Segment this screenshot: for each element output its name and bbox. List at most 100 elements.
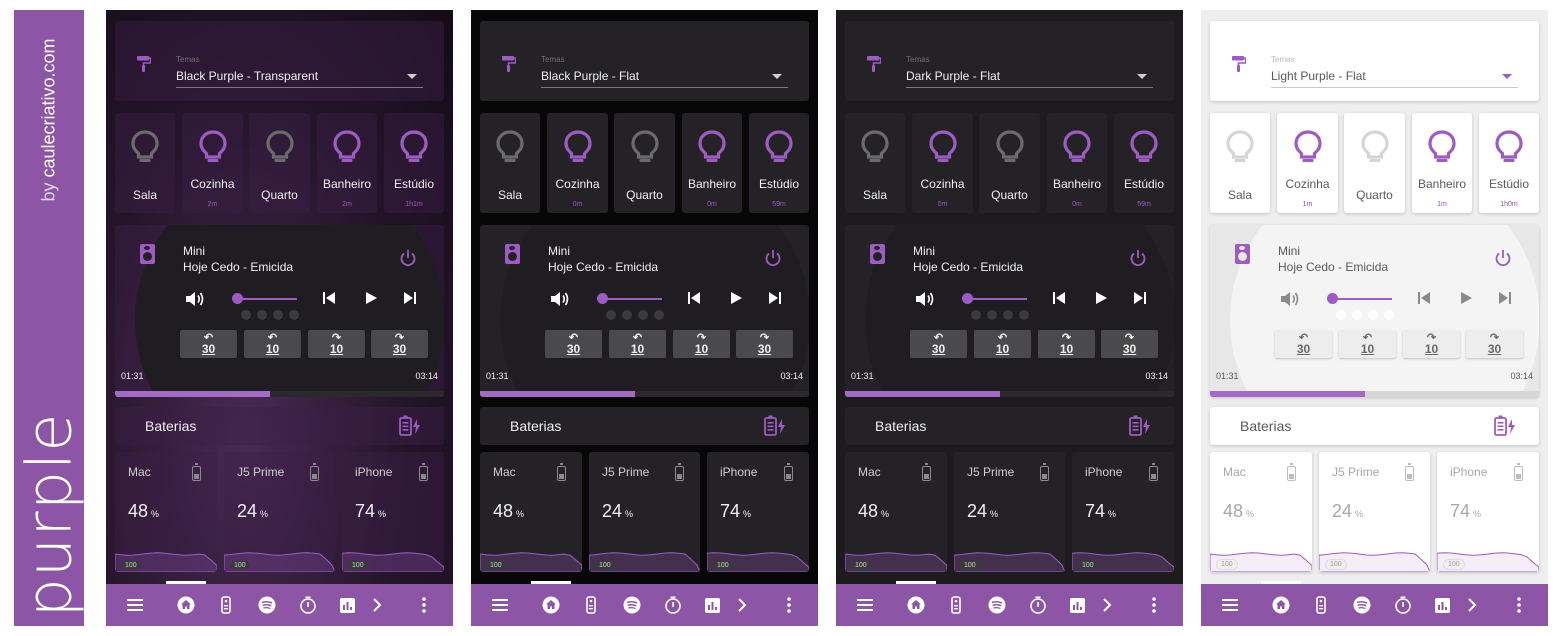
seek-button[interactable]: ↷ 10: [308, 330, 365, 358]
volume-slider-track[interactable]: [237, 298, 297, 300]
seek-button[interactable]: ↶ 30: [910, 330, 967, 358]
battery-device-card[interactable]: Mac 48% 100: [845, 452, 947, 572]
seek-button[interactable]: ↷ 10: [1403, 330, 1460, 358]
chevron-right-icon[interactable]: [1095, 584, 1119, 626]
media-progress-bar[interactable]: [480, 391, 809, 397]
timer-icon[interactable]: [661, 584, 685, 626]
theme-selector-card[interactable]: Temas Black Purple - Flat: [480, 21, 809, 101]
media-progress-bar[interactable]: [115, 391, 444, 397]
battery-device-card[interactable]: J5 Prime 24% 100: [224, 452, 335, 572]
light-toggle-tile[interactable]: Quarto: [614, 113, 675, 213]
chart-icon[interactable]: [1430, 584, 1454, 626]
light-toggle-tile[interactable]: Banheiro 0m: [682, 113, 742, 213]
light-toggle-tile[interactable]: Sala: [480, 113, 540, 213]
home-icon[interactable]: [1269, 584, 1293, 626]
battery-device-card[interactable]: J5 Prime 24% 100: [589, 452, 700, 572]
theme-select-value[interactable]: Dark Purple - Flat: [906, 69, 1000, 83]
light-toggle-tile[interactable]: Sala: [1210, 113, 1270, 213]
light-toggle-tile[interactable]: Estúdio 1h1m: [384, 113, 444, 213]
power-icon[interactable]: [399, 249, 417, 272]
light-toggle-tile[interactable]: Estúdio 59m: [749, 113, 809, 213]
light-toggle-tile[interactable]: Quarto: [1344, 113, 1405, 213]
media-progress-bar[interactable]: [1210, 391, 1539, 397]
play-icon[interactable]: [364, 291, 378, 310]
volume-icon[interactable]: [915, 290, 935, 313]
seek-button[interactable]: ↶ 30: [180, 330, 237, 358]
chart-icon[interactable]: [700, 584, 724, 626]
power-icon[interactable]: [764, 249, 782, 272]
more-vert-icon[interactable]: [1142, 584, 1166, 626]
battery-device-card[interactable]: J5 Prime 24% 100: [1319, 452, 1430, 572]
spotify-icon[interactable]: [620, 584, 644, 626]
light-toggle-tile[interactable]: Cozinha 0m: [912, 113, 973, 213]
play-icon[interactable]: [729, 291, 743, 310]
dropdown-arrow-icon[interactable]: [407, 74, 417, 79]
theme-selector-card[interactable]: Temas Black Purple - Transparent: [115, 21, 444, 101]
seek-button[interactable]: ↷ 30: [1101, 330, 1158, 358]
light-toggle-tile[interactable]: Sala: [115, 113, 175, 213]
light-toggle-tile[interactable]: Quarto: [979, 113, 1040, 213]
seek-button[interactable]: ↶ 30: [1275, 330, 1332, 358]
menu-icon[interactable]: [1218, 584, 1242, 626]
light-toggle-tile[interactable]: Banheiro 2m: [317, 113, 377, 213]
volume-slider-track[interactable]: [602, 298, 662, 300]
timer-icon[interactable]: [1391, 584, 1415, 626]
light-toggle-tile[interactable]: Sala: [845, 113, 905, 213]
seek-button[interactable]: ↶ 10: [244, 330, 301, 358]
previous-track-icon[interactable]: [322, 291, 336, 310]
power-icon[interactable]: [1494, 249, 1512, 272]
seek-button[interactable]: ↶ 30: [545, 330, 602, 358]
volume-icon[interactable]: [550, 290, 570, 313]
home-icon[interactable]: [904, 584, 928, 626]
media-progress-bar[interactable]: [845, 391, 1174, 397]
seek-button[interactable]: ↷ 30: [736, 330, 793, 358]
timer-icon[interactable]: [296, 584, 320, 626]
next-track-icon[interactable]: [1498, 291, 1512, 310]
light-toggle-tile[interactable]: Cozinha 1m: [1277, 113, 1338, 213]
seek-button[interactable]: ↶ 10: [1339, 330, 1396, 358]
remote-icon[interactable]: [579, 584, 603, 626]
chevron-right-icon[interactable]: [365, 584, 389, 626]
light-toggle-tile[interactable]: Quarto: [249, 113, 310, 213]
dropdown-arrow-icon[interactable]: [772, 74, 782, 79]
previous-track-icon[interactable]: [687, 291, 701, 310]
light-toggle-tile[interactable]: Cozinha 0m: [547, 113, 608, 213]
volume-icon[interactable]: [1280, 290, 1300, 313]
battery-device-card[interactable]: J5 Prime 24% 100: [954, 452, 1065, 572]
battery-device-card[interactable]: iPhone 74% 100: [1437, 452, 1539, 572]
seek-button[interactable]: ↷ 10: [673, 330, 730, 358]
seek-button[interactable]: ↷ 30: [1466, 330, 1523, 358]
theme-selector-card[interactable]: Temas Dark Purple - Flat: [845, 21, 1174, 101]
previous-track-icon[interactable]: [1417, 291, 1431, 310]
spotify-icon[interactable]: [985, 584, 1009, 626]
home-icon[interactable]: [539, 584, 563, 626]
volume-icon[interactable]: [185, 290, 205, 313]
next-track-icon[interactable]: [1133, 291, 1147, 310]
chart-icon[interactable]: [1065, 584, 1089, 626]
menu-icon[interactable]: [853, 584, 877, 626]
theme-selector-card[interactable]: Temas Light Purple - Flat: [1210, 21, 1539, 101]
seek-button[interactable]: ↶ 10: [974, 330, 1031, 358]
timer-icon[interactable]: [1026, 584, 1050, 626]
battery-device-card[interactable]: iPhone 74% 100: [342, 452, 444, 572]
menu-icon[interactable]: [488, 584, 512, 626]
next-track-icon[interactable]: [768, 291, 782, 310]
spotify-icon[interactable]: [255, 584, 279, 626]
power-icon[interactable]: [1129, 249, 1147, 272]
volume-slider-handle[interactable]: [1327, 293, 1338, 304]
battery-device-card[interactable]: iPhone 74% 100: [707, 452, 809, 572]
previous-track-icon[interactable]: [1052, 291, 1066, 310]
spotify-icon[interactable]: [1350, 584, 1374, 626]
volume-slider-handle[interactable]: [597, 293, 608, 304]
light-toggle-tile[interactable]: Banheiro 1m: [1412, 113, 1472, 213]
next-track-icon[interactable]: [403, 291, 417, 310]
dropdown-arrow-icon[interactable]: [1137, 74, 1147, 79]
light-toggle-tile[interactable]: Estúdio 59m: [1114, 113, 1174, 213]
play-icon[interactable]: [1459, 291, 1473, 310]
remote-icon[interactable]: [1309, 584, 1333, 626]
chart-icon[interactable]: [335, 584, 359, 626]
seek-button[interactable]: ↶ 10: [609, 330, 666, 358]
remote-icon[interactable]: [214, 584, 238, 626]
chevron-right-icon[interactable]: [730, 584, 754, 626]
home-icon[interactable]: [174, 584, 198, 626]
